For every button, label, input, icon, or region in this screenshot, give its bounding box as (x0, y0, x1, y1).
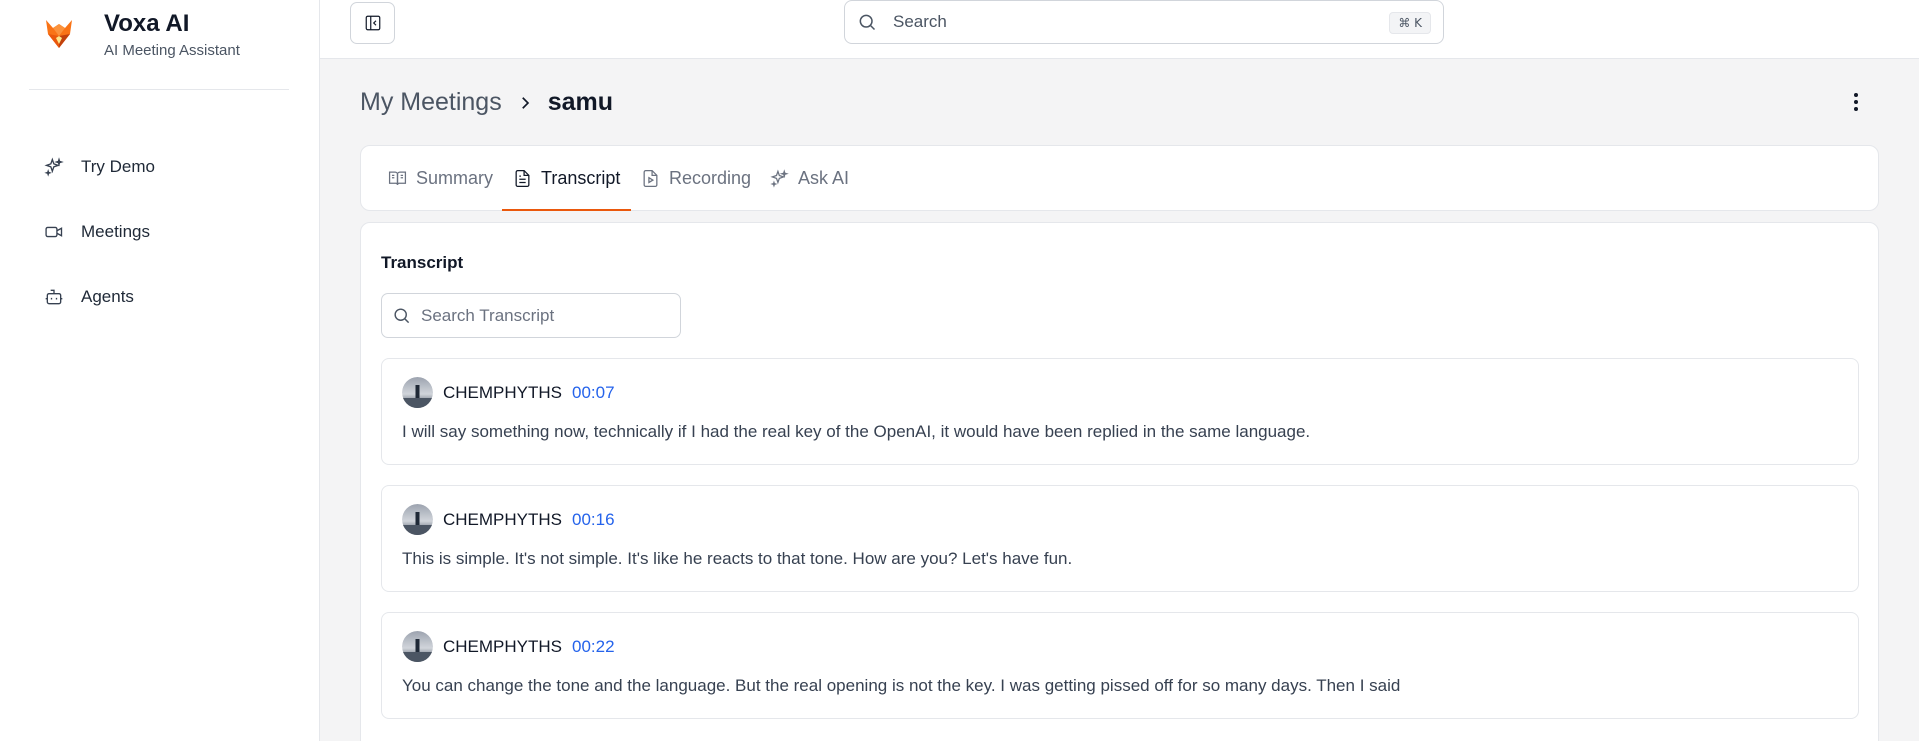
avatar (402, 504, 433, 535)
transcript-entry: CHEMPHYTHS 00:16 This is simple. It's no… (381, 485, 1859, 592)
tab-recording[interactable]: Recording (641, 146, 751, 211)
speaker-name: CHEMPHYTHS (443, 636, 563, 656)
search-shortcut: ⌘ K (1389, 12, 1431, 34)
more-vertical-icon (1854, 93, 1858, 97)
sidebar-item-label: Agents (81, 286, 134, 306)
tab-summary[interactable]: Summary (388, 146, 493, 211)
meeting-tabs: Summary Transcript Recording Ask AI (360, 145, 1879, 211)
speaker-name: CHEMPHYTHS (443, 509, 563, 529)
transcript-text: This is simple. It's not simple. It's li… (402, 549, 1073, 568)
fox-logo-icon (46, 20, 72, 48)
timestamp-link[interactable]: 00:22 (572, 637, 615, 657)
avatar (402, 631, 433, 662)
tab-label: Recording (669, 168, 752, 188)
transcript-title: Transcript (381, 253, 464, 272)
app-title: Voxa AI (104, 10, 190, 37)
tab-transcript[interactable]: Transcript (501, 146, 632, 211)
search-placeholder: Search (893, 12, 947, 31)
book-open-icon (388, 171, 407, 185)
app: Voxa AI AI Meeting Assistant Try Demo Me… (0, 0, 1919, 741)
sidebar-item-label: Try Demo (81, 156, 155, 176)
transcript-panel: Transcript Search Transcript CHEMPHYTHS … (360, 222, 1879, 741)
sidebar-toggle-button[interactable] (350, 2, 395, 44)
transcript-text: I will say something now, technically if… (402, 422, 1311, 441)
transcript-search-placeholder: Search Transcript (421, 305, 555, 325)
sidebar: Voxa AI AI Meeting Assistant Try Demo Me… (0, 0, 320, 741)
video-icon (45, 226, 63, 237)
breadcrumb-parent-link[interactable]: My Meetings (360, 88, 502, 117)
search-icon (394, 308, 410, 324)
speaker-name: CHEMPHYTHS (443, 382, 563, 402)
search-icon (859, 14, 876, 31)
sidebar-nav: Try Demo Meetings Agents (44, 134, 155, 329)
breadcrumb: My Meetings samu (360, 88, 613, 117)
file-text-icon (515, 169, 530, 188)
transcript-search-input[interactable]: Search Transcript (381, 293, 681, 338)
transcript-entry: CHEMPHYTHS 00:22 You can change the tone… (381, 612, 1859, 719)
app-subtitle: AI Meeting Assistant (104, 42, 240, 59)
panel-left-close-icon (365, 15, 380, 31)
timestamp-link[interactable]: 00:16 (572, 510, 615, 530)
more-options-button[interactable] (1846, 90, 1866, 114)
breadcrumb-current: samu (547, 88, 614, 116)
sidebar-item-label: Meetings (81, 221, 150, 241)
tab-label: Summary (416, 168, 494, 188)
tab-label: Ask AI (798, 168, 850, 188)
chevron-right-icon (521, 96, 529, 109)
transcript-text: You can change the tone and the language… (402, 676, 1401, 695)
sparkle-icon (770, 169, 789, 188)
global-search-input[interactable]: Search ⌘ K (844, 0, 1444, 44)
timestamp-link[interactable]: 00:07 (572, 383, 615, 403)
topbar: Search ⌘ K (320, 0, 1919, 59)
brand[interactable]: Voxa AI AI Meeting Assistant (44, 12, 240, 59)
sidebar-item-meetings[interactable]: Meetings (44, 199, 155, 264)
transcript-entry: CHEMPHYTHS 00:07 I will say something no… (381, 358, 1859, 465)
bot-icon (45, 289, 63, 304)
sidebar-item-try-demo[interactable]: Try Demo (44, 134, 155, 199)
tab-label: Transcript (541, 168, 621, 188)
avatar (402, 377, 433, 408)
sidebar-item-agents[interactable]: Agents (44, 264, 155, 329)
sparkle-icon (44, 156, 64, 177)
sidebar-divider (29, 89, 289, 90)
file-video-icon (643, 169, 658, 188)
tab-ask-ai[interactable]: Ask AI (770, 146, 849, 211)
